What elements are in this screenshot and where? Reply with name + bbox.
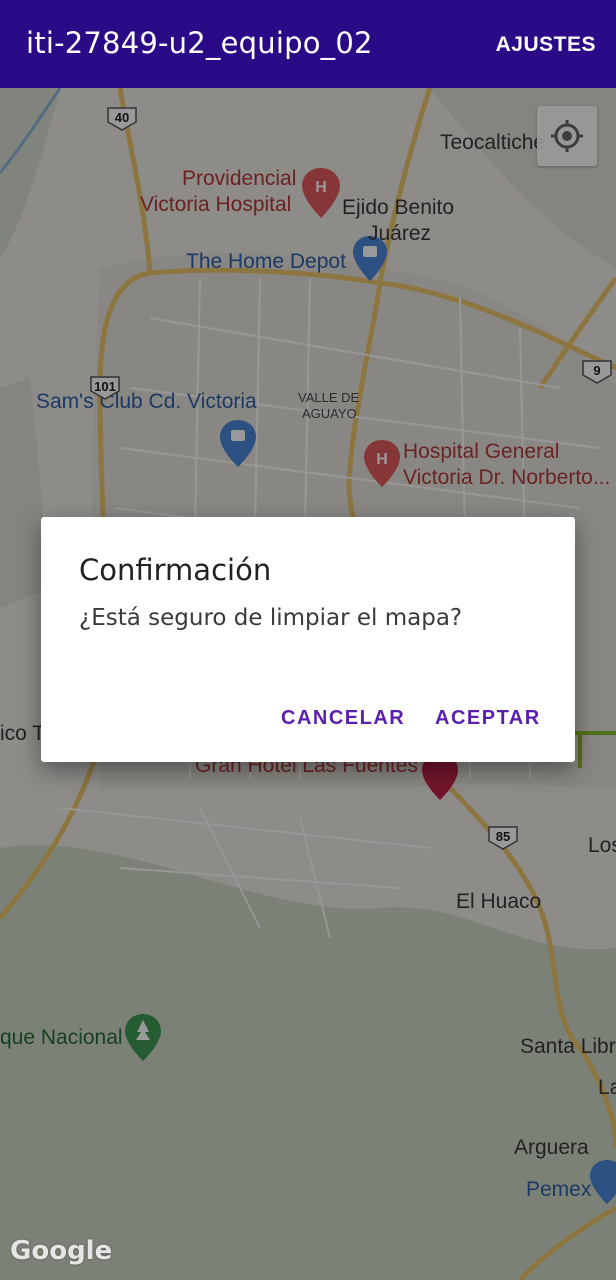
settings-button[interactable]: AJUSTES: [496, 33, 596, 57]
dialog-title: Confirmación: [79, 553, 272, 587]
dialog-message: ¿Está seguro de limpiar el mapa?: [79, 605, 463, 631]
app-bar: iti-27849-u2_equipo_02 AJUSTES: [0, 0, 616, 88]
google-logo: Google: [10, 1236, 113, 1266]
confirm-dialog: Confirmación ¿Está seguro de limpiar el …: [41, 517, 575, 762]
app-title: iti-27849-u2_equipo_02: [26, 26, 373, 60]
cancel-button[interactable]: CANCELAR: [281, 707, 405, 730]
accept-button[interactable]: ACEPTAR: [435, 707, 541, 730]
